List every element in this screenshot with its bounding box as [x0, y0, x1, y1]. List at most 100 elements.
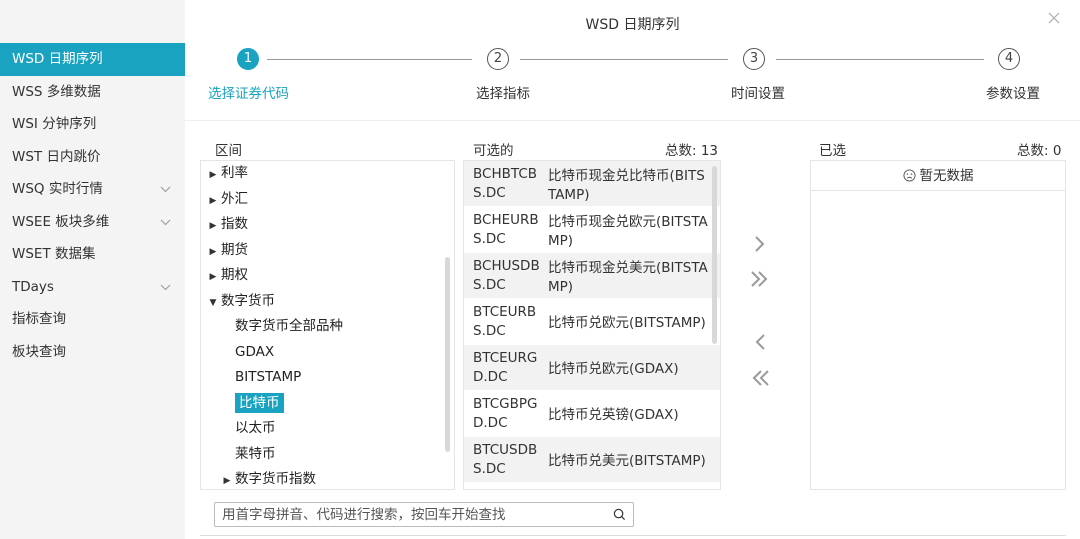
security-code: BCHEURBS.DC	[473, 212, 539, 247]
security-name: 比特币兑美元(BITSTAMP)	[548, 453, 706, 469]
tree-node-label: BITSTAMP	[235, 369, 302, 385]
tree-node-label: 期货	[221, 241, 248, 258]
step-2-label[interactable]: 选择指标	[476, 82, 530, 102]
tree-node[interactable]: ▶ 外汇	[201, 187, 454, 213]
security-code: BTCEURGD.DC	[473, 350, 538, 385]
stepper: 1 2 3 4 选择证券代码 选择指标 时间设置 参数设置	[185, 48, 1080, 108]
tree-node[interactable]: ▶ 数字货币指数	[201, 467, 454, 489]
chevron-down-icon[interactable]	[160, 173, 171, 205]
list-item[interactable]: BCHEURBS.DC 比特币现金兑欧元(BITSTAMP)	[464, 207, 720, 253]
sidebar-item[interactable]: WSD 日期序列	[0, 43, 185, 76]
caret-right-icon[interactable]: ▶	[205, 214, 221, 239]
security-code: BCHBTCBS.DC	[473, 166, 538, 201]
list-item[interactable]: BTCEURGD.DC 比特币兑欧元(GDAX)	[464, 345, 720, 391]
sidebar-item-label: WSEE 板块多维	[12, 213, 110, 230]
tree-node[interactable]: 数字货币全部品种	[201, 314, 454, 340]
sidebar-item[interactable]: 板块查询	[0, 336, 185, 369]
sidebar-item[interactable]: WSS 多维数据	[0, 76, 185, 109]
tree-node-label: 以太币	[235, 420, 276, 436]
security-code: BTCGBPGD.DC	[473, 396, 538, 431]
tree-node-label: 指数	[221, 216, 248, 232]
caret-right-icon[interactable]: ▶	[205, 163, 221, 188]
sidebar-item[interactable]: TDays	[0, 271, 185, 304]
divider	[200, 535, 1066, 536]
sidebar-item[interactable]: WSI 分钟序列	[0, 108, 185, 141]
step-3-circle[interactable]: 3	[743, 48, 765, 70]
tree-node[interactable]: BITSTAMP	[201, 365, 454, 391]
security-name: 比特币兑欧元(GDAX)	[548, 361, 679, 377]
double-chevron-left-icon	[752, 370, 769, 386]
step-2-circle[interactable]: 2	[487, 48, 509, 70]
sidebar-item-label: 指标查询	[12, 311, 66, 327]
step-1-circle[interactable]: 1	[237, 48, 259, 70]
tree-node-label: 莱特币	[235, 445, 276, 462]
double-chevron-right-icon	[751, 271, 768, 287]
list-item[interactable]: BTCGBPGD.DC 比特币兑英镑(GDAX)	[464, 391, 720, 437]
tree-node[interactable]: 莱特币	[201, 442, 454, 468]
chevron-left-icon	[755, 334, 765, 350]
chevron-right-icon	[755, 236, 765, 252]
list-item[interactable]: BTCUSDBS.DC 比特币兑美元(BITSTAMP)	[464, 437, 720, 483]
tree-header: 区间	[215, 143, 242, 159]
tree-node[interactable]: ▶ 利率	[201, 161, 454, 187]
tree-node[interactable]: ▶ 期货	[201, 238, 454, 264]
tree-node-label: 利率	[221, 165, 248, 181]
move-all-left-button[interactable]	[745, 363, 775, 393]
wsd-dialog: WSD 日期序列 1 2 3 4 选择证券代码 选择指标 时间设置 参数设置 区…	[185, 0, 1080, 539]
chevron-down-icon[interactable]	[160, 271, 171, 303]
step-4-label[interactable]: 参数设置	[986, 82, 1040, 102]
list-item[interactable]: BTCEURBS.DC 比特币兑欧元(BITSTAMP)	[464, 299, 720, 345]
sidebar-item[interactable]: WSQ 实时行情	[0, 173, 185, 206]
sidebar-item-label: WSQ 实时行情	[12, 181, 103, 197]
available-scrollbar[interactable]	[712, 166, 717, 344]
security-code: BTCEURBS.DC	[473, 304, 537, 339]
security-name: 比特币兑英镑(GDAX)	[548, 407, 679, 423]
tree-node[interactable]: ▶ 期权	[201, 263, 454, 289]
sidebar-item-label: WSI 分钟序列	[12, 116, 97, 132]
tree-node[interactable]: 以太币	[201, 416, 454, 442]
move-left-button[interactable]	[745, 327, 775, 357]
move-right-button[interactable]	[745, 229, 775, 259]
security-code: BCHUSDBS.DC	[473, 258, 540, 293]
step-1-label[interactable]: 选择证券代码	[208, 82, 289, 102]
selected-header: 已选	[819, 143, 846, 159]
list-item[interactable]: BCHBTCBS.DC 比特币现金兑比特币(BITSTAMP)	[464, 161, 720, 207]
search-input[interactable]	[215, 503, 600, 526]
caret-right-icon[interactable]: ▶	[219, 469, 235, 489]
list-item[interactable]: BCHUSDBS.DC 比特币现金兑美元(BITSTAMP)	[464, 253, 720, 299]
tree-node-label: 数字货币	[221, 292, 275, 309]
selected-list: 暂无数据	[810, 160, 1066, 490]
tree-scrollbar[interactable]	[445, 257, 450, 452]
tree-node[interactable]: GDAX	[201, 340, 454, 366]
empty-text: 暂无数据	[919, 168, 974, 184]
close-icon[interactable]	[1048, 12, 1062, 26]
dialog-title: WSD 日期序列	[585, 17, 680, 33]
tree-node-label: GDAX	[235, 343, 275, 360]
tree-node-label: 期权	[221, 267, 248, 283]
chevron-down-icon[interactable]	[160, 206, 171, 238]
tree-node[interactable]: ▶ 指数	[201, 212, 454, 238]
move-all-right-button[interactable]	[745, 264, 775, 294]
sidebar-item[interactable]: 指标查询	[0, 303, 185, 336]
caret-right-icon[interactable]: ▶	[205, 265, 221, 290]
sidebar-item[interactable]: WSEE 板块多维	[0, 206, 185, 239]
caret-right-icon[interactable]: ▶	[205, 240, 221, 265]
search-box	[214, 502, 634, 527]
sidebar-list: WSD 日期序列 WSS 多维数据 WSI 分钟序列 WST 日内跳价 WSQ 实时行情…	[0, 43, 185, 368]
search-icon[interactable]	[613, 508, 626, 525]
security-name: 比特币现金兑比特币(BITSTAMP)	[548, 167, 705, 203]
caret-down-icon[interactable]: ▼	[205, 291, 221, 316]
sidebar-item[interactable]: WST 日内跳价	[0, 141, 185, 174]
tree-node-label: 外汇	[221, 190, 248, 207]
step-3-label[interactable]: 时间设置	[731, 82, 785, 102]
sad-face-icon	[902, 169, 916, 182]
caret-right-icon[interactable]: ▶	[205, 189, 221, 214]
sidebar-item[interactable]: WSET 数据集	[0, 238, 185, 271]
available-list: BCHBTCBS.DC 比特币现金兑比特币(BITSTAMP) BCHEURBS.D…	[463, 160, 721, 490]
tree-node-label: 数字货币指数	[235, 471, 316, 487]
sidebar-item-label: WSS 多维数据	[12, 83, 101, 100]
tree-node[interactable]: 比特币	[201, 391, 454, 417]
step-4-circle[interactable]: 4	[998, 48, 1020, 70]
tree-node[interactable]: ▼ 数字货币	[201, 289, 454, 315]
sidebar-item-label: 板块查询	[12, 343, 66, 360]
